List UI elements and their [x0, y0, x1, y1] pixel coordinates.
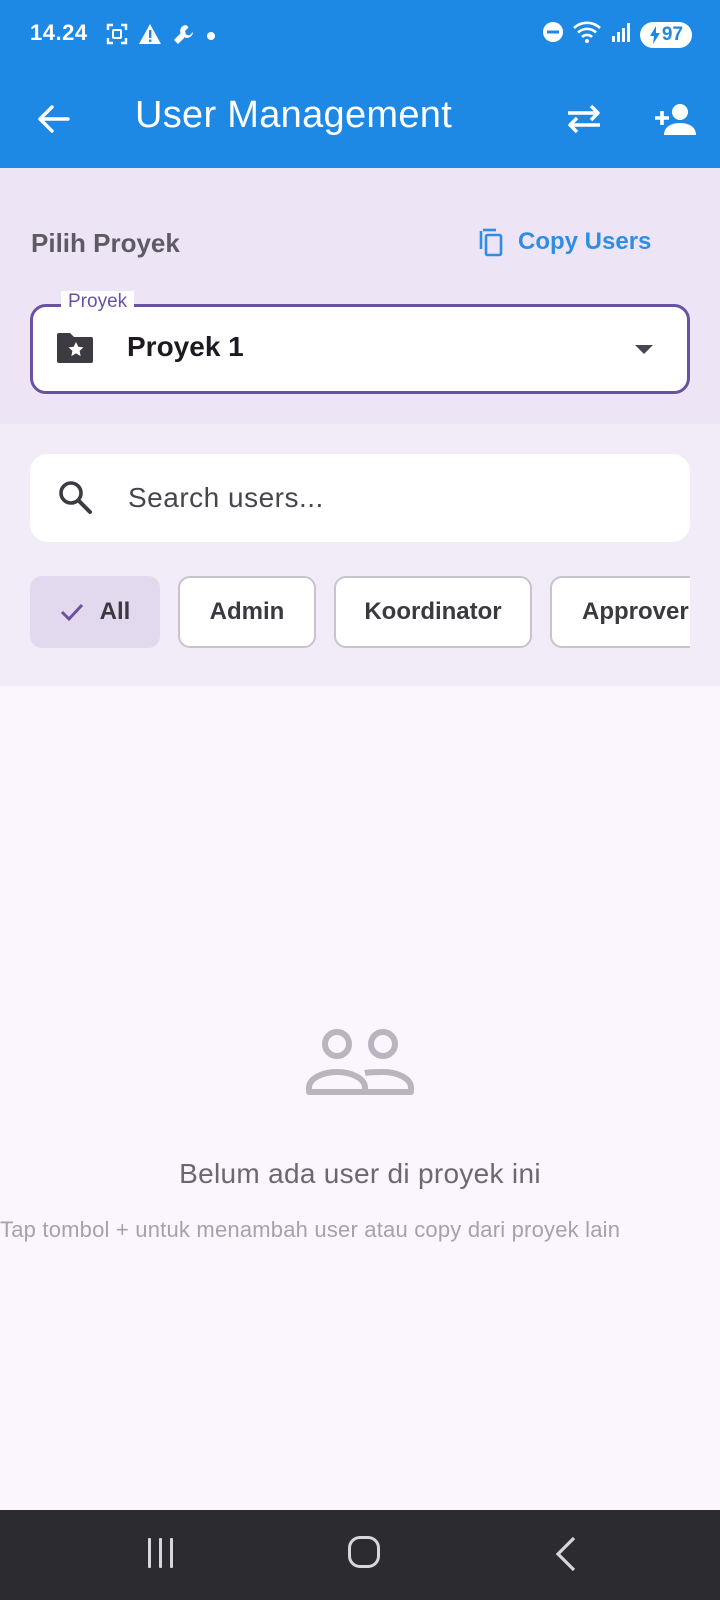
- battery-level: 97: [661, 23, 684, 45]
- recents-icon-bar: [170, 1538, 173, 1568]
- filter-chip-label: Koordinator: [364, 598, 502, 625]
- selected-project: Proyek 1: [127, 331, 244, 362]
- copy-users-button[interactable]: Copy Users: [478, 224, 651, 260]
- section-title: Pilih Proyek: [31, 228, 180, 258]
- search-icon: [56, 478, 94, 521]
- home-button[interactable]: [348, 1536, 380, 1568]
- warning-icon: [138, 23, 162, 50]
- check-icon: [60, 603, 83, 622]
- search-input[interactable]: Search users...: [30, 454, 690, 542]
- notification-dot-icon: [206, 28, 216, 46]
- role-filter-chips: All Admin Koordinator Approver: [30, 576, 690, 648]
- signal-icon: [610, 21, 632, 48]
- do-not-disturb-icon: [542, 21, 564, 48]
- empty-state: Belum ada user di proyek ini Tap tombol …: [0, 686, 720, 1510]
- screenshot-icon: [106, 23, 128, 50]
- back-button[interactable]: [32, 98, 74, 140]
- status-bar: 14.24 97: [0, 0, 720, 70]
- filter-chip-koordinator[interactable]: Koordinator: [334, 576, 532, 648]
- copy-users-label: Copy Users: [518, 228, 652, 255]
- nav-back-button[interactable]: [554, 1536, 578, 1577]
- people-icon: [305, 1026, 417, 1103]
- project-section: Pilih Proyek Copy Users Proyek Proyek 1: [0, 168, 720, 424]
- add-user-button[interactable]: [652, 96, 698, 142]
- recents-icon-bar: [148, 1538, 151, 1568]
- swap-button[interactable]: [562, 98, 606, 140]
- empty-state-subtitle: Tap tombol + untuk menambah user atau co…: [0, 1217, 621, 1242]
- recents-icon-bar: [159, 1538, 162, 1568]
- filter-section: Search users... All Admin Koordinator Ap…: [0, 424, 720, 686]
- person-add-icon: [655, 104, 696, 135]
- swap-arrows-icon: [568, 104, 600, 134]
- status-time: 14.24: [30, 20, 88, 45]
- page-title: User Management: [135, 94, 453, 136]
- filter-chip-all[interactable]: All: [30, 576, 160, 648]
- filter-chip-admin[interactable]: Admin: [178, 576, 316, 648]
- project-field-label: Proyek: [61, 291, 135, 313]
- status-right-icons: 97: [542, 20, 692, 49]
- status-left-icons: [106, 22, 216, 51]
- system-nav-bar: [0, 1510, 720, 1600]
- wifi-icon: [572, 20, 602, 49]
- filter-chip-label: All: [99, 598, 131, 625]
- wrench-icon: [172, 22, 196, 51]
- filter-chip-label: Approver: [582, 598, 689, 625]
- battery-indicator: 97: [640, 21, 692, 48]
- filter-chip-approver[interactable]: Approver: [550, 576, 690, 648]
- filter-chip-label: Admin: [209, 598, 285, 625]
- copy-icon: [479, 228, 503, 257]
- recents-button[interactable]: [148, 1538, 173, 1568]
- dropdown-arrow-icon: [635, 345, 653, 354]
- charging-bolt-icon: [649, 25, 660, 44]
- empty-state-title: Belum ada user di proyek ini: [179, 1158, 541, 1189]
- app-bar: User Management: [0, 70, 720, 168]
- folder-special-icon: [55, 331, 95, 370]
- search-placeholder: Search users...: [128, 482, 324, 513]
- arrow-left-icon: [38, 105, 70, 133]
- project-dropdown[interactable]: Proyek Proyek 1: [30, 291, 690, 394]
- chevron-left-icon: [555, 1536, 576, 1572]
